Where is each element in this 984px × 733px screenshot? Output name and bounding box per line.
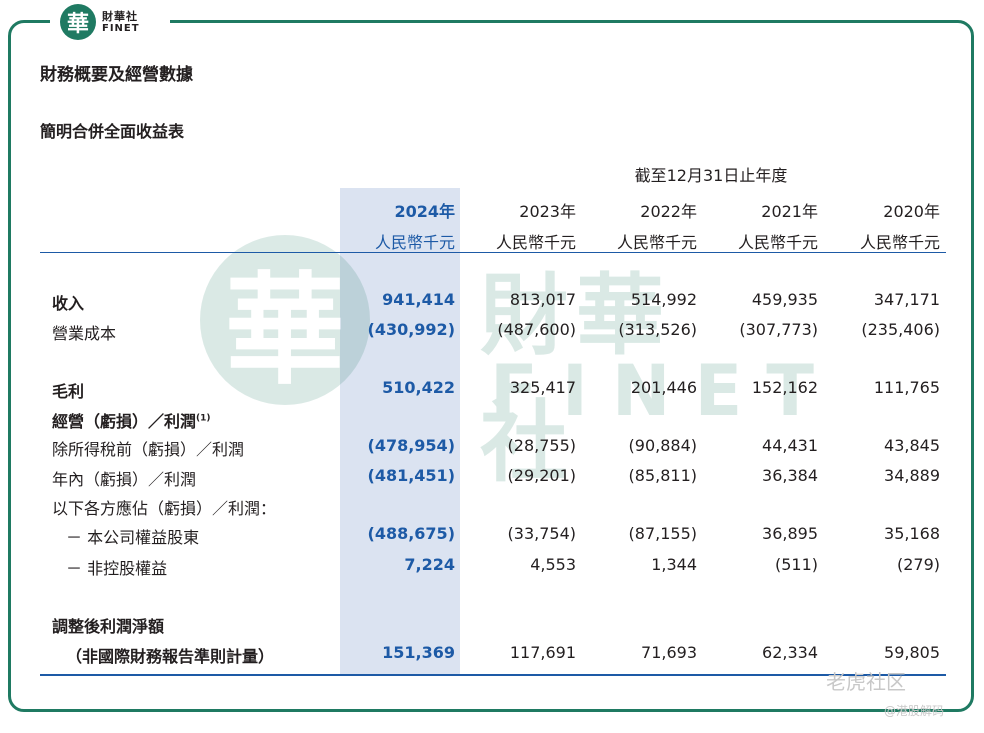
cell-2022年: 1,344 — [651, 555, 697, 574]
row-label: 毛利 — [52, 378, 84, 402]
row-label: 年內（虧損）／利潤 — [52, 466, 196, 490]
row-label: － 本公司權益股東 — [66, 524, 199, 548]
cell-2021年: 62,334 — [762, 643, 818, 662]
corner-watermark-sub: @港股解码 — [884, 704, 945, 718]
column-year-0: 2024年 — [394, 202, 455, 221]
table-row: 年內（虧損）／利潤 (481,451) (29,201) (85,811) 36,384… — [0, 466, 984, 492]
cell-2022年: (90,884) — [628, 436, 697, 455]
row-label: （非國際財務報告準則計量） — [66, 643, 274, 667]
header-rule — [40, 252, 946, 253]
cell-2024年: 941,414 — [382, 290, 455, 309]
cell-2023年: 4,553 — [530, 555, 576, 574]
cell-2021年: 459,935 — [751, 290, 818, 309]
table-row: 經營（虧損）／利潤(1) — [0, 408, 984, 434]
column-year-3: 2021年 — [761, 202, 818, 221]
cell-2022年: 201,446 — [630, 378, 697, 397]
row-label-text: 營業成本 — [52, 324, 117, 343]
row-label: 除所得稅前（虧損）／利潤 — [52, 436, 244, 460]
row-label-text: 除所得稅前（虧損）／利潤 — [52, 440, 245, 459]
cell-2021年: 36,384 — [762, 466, 818, 485]
row-label: 調整後利潤淨額 — [52, 613, 164, 637]
row-label-text: 收入 — [52, 294, 85, 313]
row-label: 營業成本 — [52, 320, 116, 344]
period-header: 截至12月31日止年度 — [634, 166, 788, 185]
column-year-1: 2023年 — [519, 202, 576, 221]
column-unit-4: 人民幣千元 — [859, 233, 940, 252]
cell-2020年: 347,171 — [873, 290, 940, 309]
cell-2024年: 151,369 — [382, 643, 455, 662]
table-row: 營業成本 (430,992) (487,600) (313,526) (307,773)… — [0, 320, 984, 346]
cell-2024年: 7,224 — [404, 555, 455, 574]
cell-2023年: 325,417 — [509, 378, 576, 397]
cell-2021年: 152,162 — [751, 378, 818, 397]
row-label-text: 毛利 — [52, 382, 85, 401]
cell-2021年: (511) — [774, 555, 818, 574]
cell-2020年: 43,845 — [884, 436, 940, 455]
cell-2022年: (313,526) — [618, 320, 697, 339]
cell-2022年: 514,992 — [630, 290, 697, 309]
row-label-text: （非國際財務報告準則計量） — [66, 647, 275, 666]
cell-2023年: 813,017 — [509, 290, 576, 309]
cell-2023年: 117,691 — [509, 643, 576, 662]
row-label-text: 以下各方應佔（虧損）／利潤： — [52, 499, 277, 518]
cell-2022年: (85,811) — [628, 466, 697, 485]
cell-2024年: (481,451) — [367, 466, 456, 485]
corner-watermark: 老虎社区 — [826, 670, 906, 694]
table-row: － 非控股權益 7,224 4,553 1,344 (511) (279) — [0, 555, 984, 581]
cell-2023年: (33,754) — [507, 524, 576, 543]
finet-logo: 華 財華社 FINET — [50, 0, 170, 44]
row-label-text: 調整後利潤淨額 — [52, 617, 165, 636]
column-unit-2: 人民幣千元 — [616, 233, 697, 252]
section-title: 財務概要及經營數據 — [40, 65, 193, 85]
row-label-text: － 本公司權益股東 — [66, 528, 200, 547]
column-year-4: 2020年 — [883, 202, 940, 221]
table-row: 調整後利潤淨額 — [0, 613, 984, 639]
cell-2022年: 71,693 — [641, 643, 697, 662]
row-label-text: 經營（虧損）／利潤 — [52, 412, 197, 431]
column-unit-1: 人民幣千元 — [495, 233, 576, 252]
table-title: 簡明合併全面收益表 — [40, 122, 185, 141]
table-row: 除所得稅前（虧損）／利潤 (478,954) (28,755) (90,884) 44,… — [0, 436, 984, 462]
finet-logo-icon: 華 — [60, 4, 96, 40]
table-row: 毛利 510,422 325,417 201,446 152,162 111,765 — [0, 378, 984, 404]
logo-name-cn: 財華社 — [102, 9, 138, 23]
row-label: 以下各方應佔（虧損）／利潤： — [52, 495, 276, 519]
table-row: 收入 941,414 813,017 514,992 459,935 347,171 — [0, 290, 984, 316]
cell-2024年: (478,954) — [367, 436, 456, 455]
footnote-marker: (1) — [196, 413, 211, 424]
column-unit-0: 人民幣千元 — [374, 233, 455, 252]
cell-2024年: (488,675) — [367, 524, 456, 543]
column-unit-3: 人民幣千元 — [737, 233, 818, 252]
cell-2021年: 44,431 — [762, 436, 818, 455]
row-label: 收入 — [52, 290, 84, 314]
cell-2020年: (235,406) — [861, 320, 940, 339]
cell-2024年: (430,992) — [367, 320, 456, 339]
cell-2023年: (28,755) — [507, 436, 576, 455]
row-label: 經營（虧損）／利潤(1) — [52, 408, 211, 432]
table-row: － 本公司權益股東 (488,675) (33,754) (87,155) 36,895… — [0, 524, 984, 550]
cell-2020年: (279) — [896, 555, 940, 574]
cell-2021年: (307,773) — [739, 320, 818, 339]
cell-2020年: 34,889 — [884, 466, 940, 485]
cell-2023年: (487,600) — [497, 320, 576, 339]
row-label: － 非控股權益 — [66, 555, 167, 579]
cell-2020年: 111,765 — [873, 378, 940, 397]
cell-2020年: 35,168 — [884, 524, 940, 543]
logo-name-en: FINET — [102, 22, 140, 34]
cell-2022年: (87,155) — [628, 524, 697, 543]
cell-2021年: 36,895 — [762, 524, 818, 543]
cell-2020年: 59,805 — [884, 643, 940, 662]
row-label-text: 年內（虧損）／利潤 — [52, 470, 197, 489]
table-bottom-rule — [40, 674, 946, 676]
column-year-2: 2022年 — [640, 202, 697, 221]
table-row: 以下各方應佔（虧損）／利潤： — [0, 495, 984, 521]
row-label-text: － 非控股權益 — [66, 559, 168, 578]
cell-2023年: (29,201) — [507, 466, 576, 485]
cell-2024年: 510,422 — [382, 378, 455, 397]
